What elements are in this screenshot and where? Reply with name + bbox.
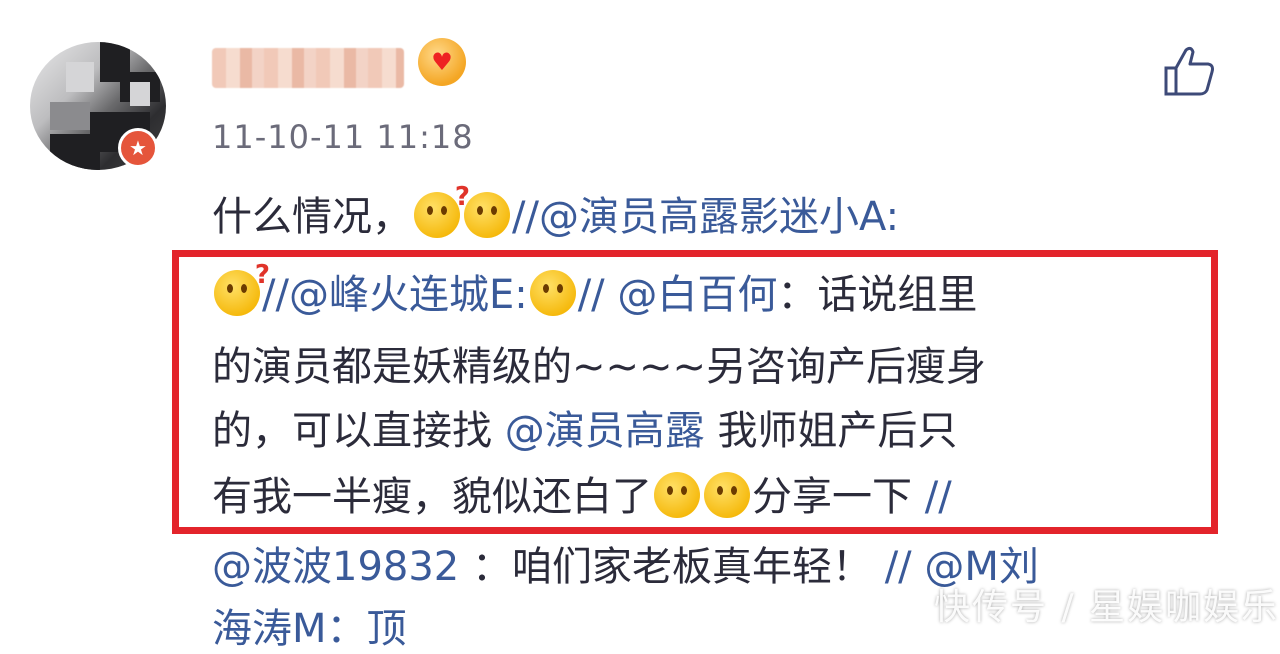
verified-badge-icon: ★ (118, 128, 158, 168)
username-blurred[interactable] (212, 48, 404, 88)
mention-link[interactable]: @演员高露影迷小A: (539, 194, 899, 240)
mention-link[interactable]: @波波19832 (212, 544, 459, 590)
thumbs-up-icon[interactable] (1160, 42, 1218, 100)
smirk-emoji-icon (464, 192, 510, 238)
highlight-box (172, 250, 1218, 534)
post-timestamp: 11-10-11 11:18 (212, 118, 474, 156)
confused-emoji-icon: ? (414, 184, 470, 238)
vip-emoji-icon: ♥ (418, 38, 466, 86)
post-line-7: 海涛M：顶 (212, 606, 407, 652)
watermark: 快传号 / 星娱咖娱乐 (934, 587, 1280, 628)
post-line-6: @波波19832 ：咱们家老板真年轻！ // @M刘 (212, 544, 1039, 590)
post-line-1: 什么情况，?//@演员高露影迷小A: (212, 182, 900, 240)
